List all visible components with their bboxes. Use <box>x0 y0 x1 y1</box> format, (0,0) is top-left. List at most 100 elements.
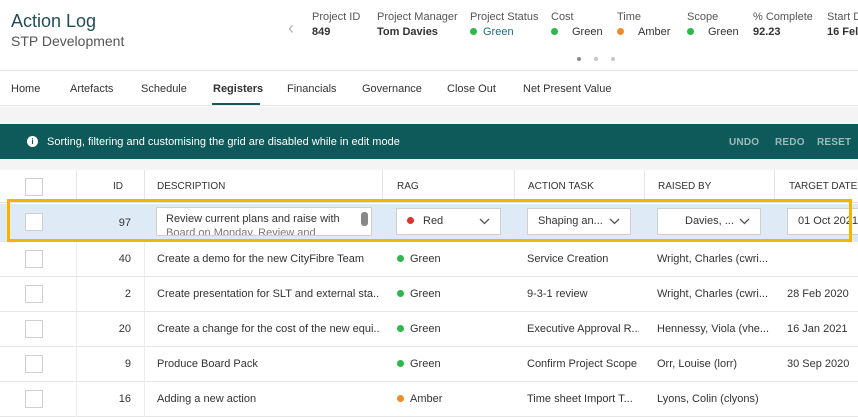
undo-button[interactable]: UNDO <box>729 137 759 148</box>
cell-rag: Green <box>397 312 507 346</box>
column-divider <box>144 242 145 417</box>
meta-cost: Cost Green <box>551 11 603 38</box>
main-nav: Home Artefacts Schedule Registers Financ… <box>0 70 858 106</box>
row-checkbox[interactable] <box>25 390 43 408</box>
status-dot-icon <box>397 289 404 297</box>
cell-description: Adding a new action <box>157 393 257 405</box>
tab-artefacts[interactable]: Artefacts <box>70 83 113 95</box>
cell-id: 97 <box>118 217 131 229</box>
description-textarea[interactable]: Review current plans and raise with Boar… <box>156 207 372 236</box>
rag-select[interactable]: Red <box>396 208 501 235</box>
meta-start-date: Start D 16 Fel <box>827 11 858 38</box>
cell-rag: Green <box>397 347 507 381</box>
chevron-down-icon <box>739 218 750 225</box>
status-dot-icon <box>470 27 477 35</box>
col-target-date[interactable]: TARGET DATE <box>774 170 858 203</box>
pager-dot[interactable] <box>611 57 615 61</box>
cell-rag: Green <box>397 277 507 311</box>
tab-home[interactable]: Home <box>11 83 40 95</box>
cell-action-task: Time sheet Import T... <box>527 393 633 405</box>
col-description[interactable]: DESCRIPTION <box>144 170 382 203</box>
cell-id: 2 <box>124 288 131 300</box>
edit-mode-banner: i Sorting, filtering and customising the… <box>0 124 858 159</box>
cell-target-date <box>787 382 858 416</box>
carousel-pager[interactable] <box>577 50 628 64</box>
pager-dot[interactable] <box>577 57 581 61</box>
action-task-select[interactable]: Shaping an... <box>527 208 631 235</box>
cell-target-date: 16 Jan 2021 <box>787 323 848 335</box>
row-checkbox[interactable] <box>25 355 43 373</box>
status-dot-icon <box>407 216 414 224</box>
col-raised-by[interactable]: RAISED BY <box>644 170 774 203</box>
raised-by-select[interactable]: Davies, ... <box>657 208 761 235</box>
banner-message: Sorting, filtering and customising the g… <box>47 136 400 148</box>
status-dot-icon <box>397 254 404 262</box>
cell-target-date: 30 Sep 2020 <box>787 358 850 370</box>
status-dot-icon <box>397 324 404 332</box>
target-date-input[interactable]: 01 Oct 2021 <box>787 208 858 235</box>
cell-action-task: Executive Approval R... <box>527 323 639 335</box>
cell-action-task: Service Creation <box>527 253 609 265</box>
tab-schedule[interactable]: Schedule <box>141 83 187 95</box>
meta-project-id: Project ID 849 <box>312 11 361 38</box>
action-grid: ID DESCRIPTION RAG ACTION TASK RAISED BY… <box>0 170 858 417</box>
cell-description: Create presentation for SLT and external… <box>157 288 379 300</box>
cell-raised-by: Orr, Louise (lorr) <box>657 358 738 370</box>
cell-id: 16 <box>118 393 131 405</box>
status-dot-icon <box>397 359 404 367</box>
row-checkbox[interactable] <box>25 213 43 231</box>
tab-financials[interactable]: Financials <box>287 83 337 95</box>
redo-button[interactable]: REDO <box>775 137 805 148</box>
tab-net-present-value[interactable]: Net Present Value <box>523 83 611 95</box>
table-row[interactable]: 20 Create a change for the cost of the n… <box>0 312 858 347</box>
col-id[interactable]: ID <box>76 170 144 203</box>
cell-id: 40 <box>118 253 131 265</box>
col-action-task[interactable]: ACTION TASK <box>514 170 644 203</box>
page-header: Action Log STP Development ‹ Project ID … <box>0 0 858 70</box>
col-rag[interactable]: RAG <box>382 170 514 203</box>
chevron-down-icon <box>609 218 620 225</box>
tab-close-out[interactable]: Close Out <box>447 83 496 95</box>
cell-action-task: Confirm Project Scope <box>527 358 638 370</box>
reset-button[interactable]: RESET <box>817 137 851 148</box>
spacer <box>0 107 858 124</box>
meta-project-status: Project Status Green <box>470 11 539 38</box>
row-checkbox[interactable] <box>25 250 43 268</box>
column-divider <box>76 242 77 417</box>
chevron-left-icon[interactable]: ‹ <box>288 18 294 39</box>
tab-registers[interactable]: Registers <box>213 83 263 95</box>
cell-raised-by: Lyons, Colin (clyons) <box>657 393 759 405</box>
cell-description: Create a change for the cost of the new … <box>157 323 379 335</box>
table-row[interactable]: 9 Produce Board Pack Green Confirm Proje… <box>0 347 858 382</box>
project-name: STP Development <box>11 33 125 49</box>
status-dot-icon <box>687 27 694 35</box>
chevron-down-icon <box>479 218 490 225</box>
scrollbar-thumb[interactable] <box>361 212 368 226</box>
table-row[interactable]: 2 Create presentation for SLT and extern… <box>0 277 858 312</box>
cell-raised-by: Wright, Charles (cwri... <box>657 288 769 300</box>
active-tab-indicator <box>212 103 260 105</box>
tab-governance[interactable]: Governance <box>362 83 422 95</box>
table-row[interactable]: 40 Create a demo for the new CityFibre T… <box>0 242 858 277</box>
status-dot-icon <box>617 27 624 35</box>
pager-dot[interactable] <box>594 57 598 61</box>
row-checkbox[interactable] <box>25 320 43 338</box>
cell-target-date: 28 Feb 2020 <box>787 288 849 300</box>
grid-header: ID DESCRIPTION RAG ACTION TASK RAISED BY… <box>0 170 858 203</box>
row-checkbox[interactable] <box>25 285 43 303</box>
status-dot-icon <box>551 27 558 35</box>
meta-project-manager: Project Manager Tom Davies <box>377 11 458 38</box>
cell-action-task: 9-3-1 review <box>527 288 588 300</box>
spacer <box>0 159 858 170</box>
status-dot-icon <box>397 394 404 402</box>
meta-time: Time Amber <box>617 11 671 38</box>
cell-raised-by: Wright, Charles (cwri... <box>657 253 769 265</box>
table-row[interactable]: 16 Adding a new action Amber Time sheet … <box>0 382 858 417</box>
cell-description: Produce Board Pack <box>157 358 258 370</box>
cell-rag: Green <box>397 242 507 276</box>
cell-description: Create a demo for the new CityFibre Team <box>157 253 365 265</box>
select-all-checkbox[interactable] <box>25 178 43 196</box>
page-title: Action Log <box>11 11 97 31</box>
meta-scope: Scope Green <box>687 11 739 38</box>
cell-target-date <box>787 242 858 276</box>
